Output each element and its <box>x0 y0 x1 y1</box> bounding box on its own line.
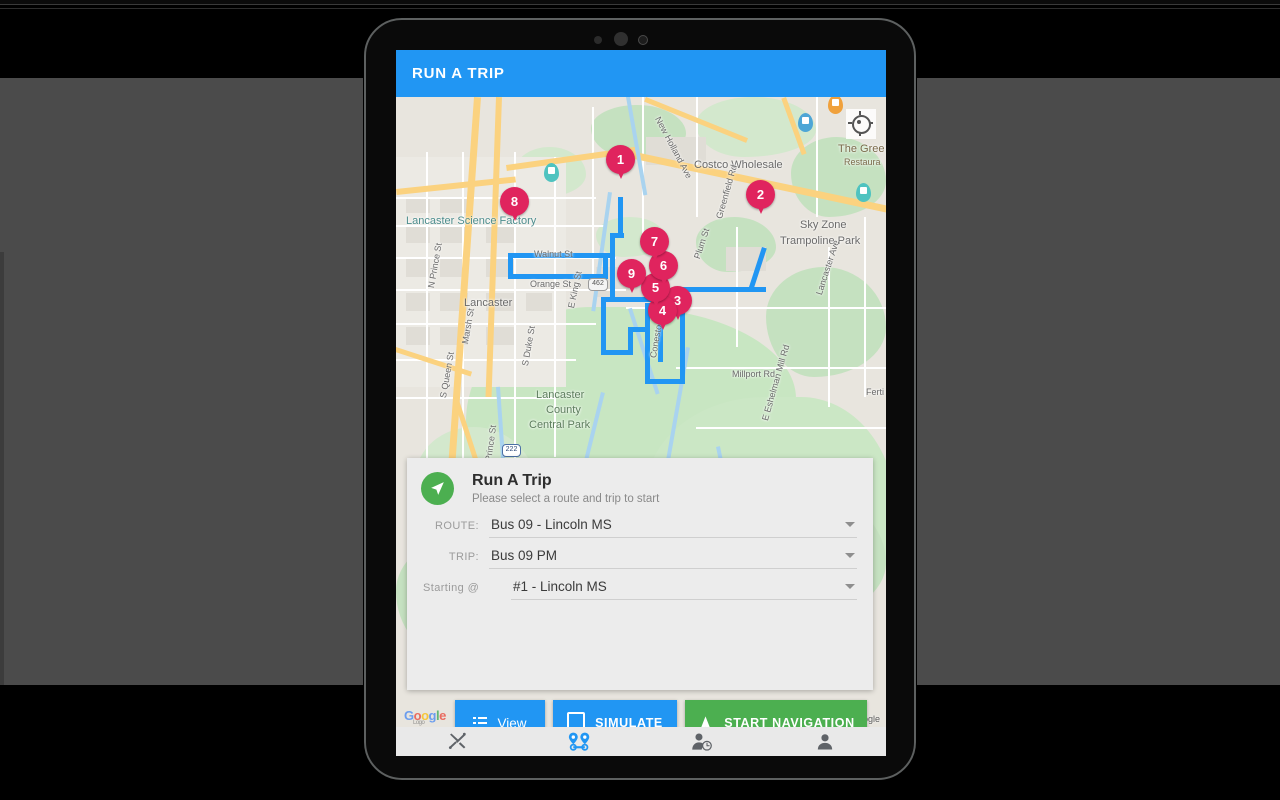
road <box>396 323 596 325</box>
tablet-device-frame: RUN A TRIP 462 222 Lancaster Science Fac… <box>364 18 916 780</box>
card-subtitle: Please select a route and trip to start <box>472 493 660 505</box>
stop-marker[interactable]: 1 <box>606 145 635 179</box>
my-location-icon <box>847 110 873 136</box>
map-label: Lancaster <box>464 297 513 309</box>
trip-field: TRIP: Bus 09 PM <box>423 548 857 569</box>
route-label: ROUTE: <box>435 520 479 532</box>
map-label: Orange St <box>530 279 572 289</box>
route-line <box>601 297 606 355</box>
route-line <box>618 197 623 237</box>
chevron-down-icon <box>845 584 855 589</box>
route-shield: 222 <box>502 444 521 457</box>
poi-pin-icon <box>544 163 559 182</box>
person-clock-icon <box>691 733 712 751</box>
sensor-dot <box>594 36 602 44</box>
trip-value: Bus 09 PM <box>491 548 558 563</box>
card-title: Run A Trip <box>472 472 552 489</box>
app-bar: RUN A TRIP <box>396 50 886 97</box>
stop-marker-number: 9 <box>627 266 636 281</box>
google-logo: Google Logo <box>404 708 446 726</box>
map-label: Millport Rd <box>732 369 776 379</box>
poi-pin-icon <box>828 97 843 114</box>
poi-pin-icon <box>856 183 871 202</box>
route-select[interactable]: Bus 09 - Lincoln MS <box>489 517 857 538</box>
chevron-down-icon <box>845 553 855 558</box>
route-value: Bus 09 - Lincoln MS <box>491 517 612 532</box>
page-title: RUN A TRIP <box>412 65 505 82</box>
google-logo-sub: Logo <box>413 720 425 726</box>
route-line <box>645 379 685 384</box>
screen-root: RUN A TRIP 462 222 Lancaster Science Fac… <box>0 0 1280 800</box>
route-shield: 462 <box>588 278 608 291</box>
map-label: The Gree <box>838 143 885 155</box>
road <box>426 152 428 492</box>
map-label: Trampoline Park <box>780 235 861 247</box>
sensor-dot <box>638 35 648 45</box>
navigation-arrow-icon <box>421 472 454 505</box>
logo-letter: e <box>439 708 446 723</box>
map-label: Restaura <box>844 157 881 167</box>
tools-icon <box>448 732 466 750</box>
map-label: Central Park <box>529 419 591 431</box>
building <box>526 293 552 311</box>
stop-marker[interactable]: 8 <box>500 187 529 221</box>
road <box>816 97 818 217</box>
nav-item-profile[interactable] <box>764 727 887 756</box>
route-line <box>680 312 685 384</box>
stop-marker-number: 1 <box>616 152 625 167</box>
stop-marker-number: 8 <box>510 194 519 209</box>
route-pins-icon <box>569 732 590 751</box>
stop-marker[interactable]: 9 <box>617 259 646 293</box>
person-icon <box>817 733 832 749</box>
device-screen: RUN A TRIP 462 222 Lancaster Science Fac… <box>396 50 886 756</box>
poi-pin-icon <box>798 113 813 132</box>
chevron-down-icon <box>845 522 855 527</box>
starting-stop-value: #1 - Lincoln MS <box>513 579 607 594</box>
stop-marker[interactable]: 7 <box>640 227 669 261</box>
map-label: Sky Zone <box>800 219 847 231</box>
stop-marker-number: 2 <box>756 187 765 202</box>
trip-form: ROUTE: Bus 09 - Lincoln MS TRIP: Bus 09 … <box>407 505 873 600</box>
backdrop-divider-1 <box>0 4 1280 5</box>
map-label: Ferti <box>866 387 884 397</box>
road <box>696 97 698 217</box>
my-location-button[interactable] <box>846 109 876 139</box>
map-label: Lancaster <box>536 389 585 401</box>
map-label: Walnut St <box>534 249 573 259</box>
front-camera-icon <box>614 32 628 46</box>
starting-stop-label: Starting @ <box>423 582 480 594</box>
road <box>396 397 556 399</box>
starting-stop-select[interactable]: #1 - Lincoln MS <box>511 579 857 600</box>
backdrop-divider-2 <box>0 8 1280 9</box>
road <box>696 427 886 429</box>
card-header: Run A Trip Please select a route and tri… <box>407 458 873 505</box>
stop-marker-number: 7 <box>650 234 659 249</box>
nav-item-attendance[interactable] <box>641 727 764 756</box>
bottom-navigation <box>396 727 886 756</box>
trip-label: TRIP: <box>448 551 479 563</box>
card-header-text: Run A Trip Please select a route and tri… <box>472 472 659 505</box>
route-field: ROUTE: Bus 09 - Lincoln MS <box>423 517 857 538</box>
backdrop-panel-edge <box>0 252 4 685</box>
stop-marker-number: 6 <box>659 258 668 273</box>
nav-item-tools[interactable] <box>396 727 519 756</box>
stop-marker[interactable]: 2 <box>746 180 775 214</box>
device-sensors <box>366 30 914 52</box>
logo-letter: g <box>428 708 437 723</box>
map-label: County <box>546 404 581 416</box>
run-trip-card: Run A Trip Please select a route and tri… <box>407 458 873 746</box>
starting-stop-field: Starting @ #1 - Lincoln MS <box>423 579 857 600</box>
trip-select[interactable]: Bus 09 PM <box>489 548 857 569</box>
nav-item-routes[interactable] <box>519 727 642 756</box>
route-line <box>610 233 615 301</box>
route-line <box>603 257 608 279</box>
